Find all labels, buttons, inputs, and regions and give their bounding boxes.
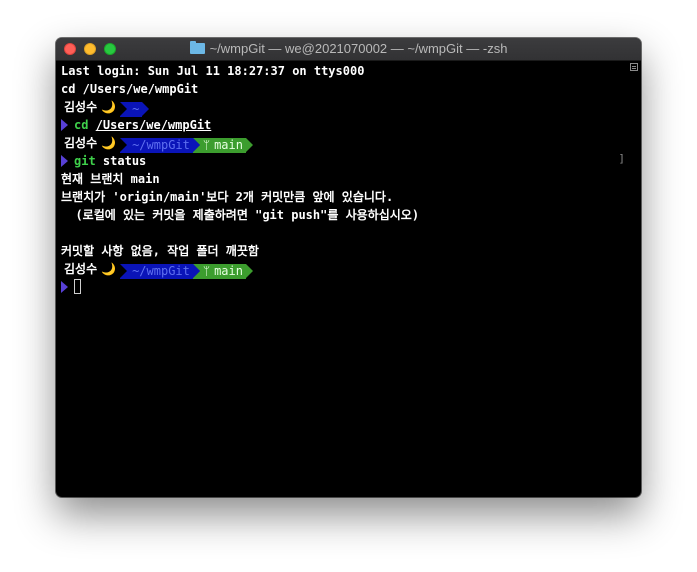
prompt-line-2: 김성수 🌙 ~/wmpGit ᛘ main	[61, 134, 621, 153]
prompt-path-segment: ~/wmpGit	[120, 138, 200, 153]
title-bar[interactable]: ~/wmpGit — we@2021070002 — ~/wmpGit — -z…	[56, 38, 641, 61]
moon-icon: 🌙	[101, 100, 117, 114]
folder-icon	[189, 41, 205, 54]
prompt-line-3: 김성수 🌙 ~/wmpGit ᛘ main	[61, 260, 621, 279]
output-line: (로컬에 있는 커밋을 제출하려면 "git push"를 사용하십시오)	[61, 208, 420, 222]
prompt-user: 김성수	[64, 136, 98, 150]
git-branch-icon: ᛘ	[202, 264, 211, 278]
command-name: git	[74, 154, 96, 168]
window-title: ~/wmpGit — we@2021070002 — ~/wmpGit — -z…	[56, 38, 641, 60]
prompt-git-segment: ᛘ main	[192, 264, 254, 279]
git-branch-icon: ᛘ	[202, 138, 211, 152]
command-line-1: cd /Users/we/wmpGit	[61, 116, 621, 134]
branch-name: main	[214, 264, 243, 278]
prompt-line-1: 김성수 🌙 ~	[61, 98, 621, 117]
command-echo-line: cd /Users/we/wmpGit	[61, 82, 199, 96]
last-login-line: Last login: Sun Jul 11 18:27:37 on ttys0…	[61, 64, 365, 78]
moon-icon: 🌙	[101, 262, 117, 276]
branch-name: main	[214, 138, 243, 152]
command-name: cd	[74, 118, 89, 132]
command-argument: /Users/we/wmpGit	[95, 118, 212, 132]
text-cursor[interactable]	[74, 279, 81, 294]
command-argument: status	[102, 154, 147, 168]
prompt-path-segment: ~/wmpGit	[120, 264, 200, 279]
output-line: 현재 브랜치 main	[61, 172, 160, 186]
output-line: 커밋할 사항 없음, 작업 폴더 깨끗함	[61, 244, 259, 258]
prompt-caret-icon	[61, 119, 68, 131]
prompt-path-segment: ~	[120, 102, 150, 117]
prompt-user: 김성수	[64, 262, 98, 276]
output-line: 브랜치가 'origin/main'보다 2개 커밋만큼 앞에 있습니다.	[61, 190, 394, 204]
terminal-output[interactable]: Last login: Sun Jul 11 18:27:37 on ttys0…	[61, 62, 621, 296]
prompt-caret-icon	[61, 281, 68, 293]
moon-icon: 🌙	[101, 136, 117, 150]
terminal-window: ~/wmpGit — we@2021070002 — ~/wmpGit — -z…	[56, 38, 641, 497]
window-title-text: ~/wmpGit — we@2021070002 — ~/wmpGit — -z…	[209, 41, 508, 56]
command-line-2: git status	[61, 152, 621, 170]
scrollback-icon[interactable]	[630, 63, 638, 71]
prompt-user: 김성수	[64, 100, 98, 114]
input-line[interactable]	[61, 278, 621, 296]
prompt-caret-icon	[61, 155, 68, 167]
prompt-git-segment: ᛘ main	[192, 138, 254, 153]
